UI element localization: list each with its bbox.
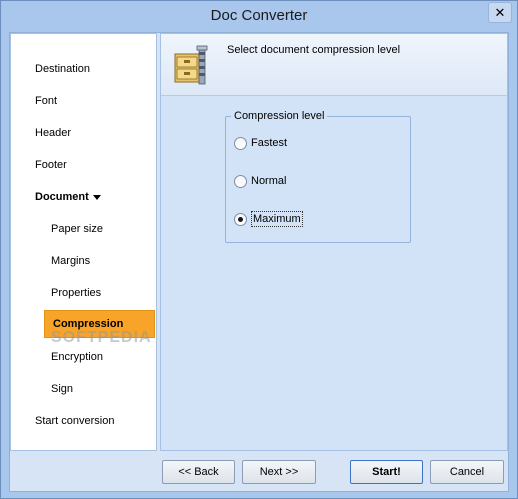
nav-item-destination[interactable]: Destination — [35, 61, 90, 77]
cancel-button[interactable]: Cancel — [430, 460, 504, 484]
watermark: SOFTPEDIA — [51, 329, 152, 346]
app-window: Doc Converter ✕ Destination Font Header … — [0, 0, 518, 499]
nav-item-paper-size[interactable]: Paper size — [51, 221, 103, 237]
radio-maximum[interactable]: Maximum — [234, 211, 303, 227]
radio-circle[interactable] — [234, 136, 247, 150]
client-area: Destination Font Header Footer Document … — [9, 32, 509, 492]
compressed-archive-icon — [174, 45, 208, 85]
main-panel: Select document compression level Compre… — [160, 33, 508, 451]
radio-label: Fastest — [251, 137, 288, 149]
nav-item-font[interactable]: Font — [35, 93, 57, 109]
page-header: Select document compression level — [161, 34, 507, 96]
group-title: Compression level — [231, 110, 328, 122]
wizard-nav: Destination Font Header Footer Document … — [10, 33, 157, 451]
nav-item-document[interactable]: Document — [35, 189, 101, 205]
radio-circle-checked[interactable] — [234, 212, 247, 226]
nav-item-start-conversion[interactable]: Start conversion — [35, 413, 114, 429]
close-button[interactable]: ✕ — [488, 2, 512, 23]
radio-label: Maximum — [251, 211, 303, 227]
page-header-text: Select document compression level — [227, 44, 401, 56]
radio-circle[interactable] — [234, 174, 247, 188]
title-bar[interactable]: Doc Converter ✕ — [1, 1, 517, 32]
nav-item-document-label: Document — [35, 191, 89, 203]
next-button[interactable]: Next >> — [242, 460, 316, 484]
radio-label: Normal — [251, 175, 287, 187]
nav-item-footer[interactable]: Footer — [35, 157, 67, 173]
wizard-footer: << Back Next >> Start! Cancel — [10, 453, 508, 491]
radio-fastest[interactable]: Fastest — [234, 135, 287, 151]
nav-item-header[interactable]: Header — [35, 125, 71, 141]
window-title: Doc Converter — [210, 7, 308, 24]
nav-item-sign[interactable]: Sign — [51, 381, 73, 397]
back-button[interactable]: << Back — [162, 460, 235, 484]
radio-normal[interactable]: Normal — [234, 173, 286, 189]
nav-item-margins[interactable]: Margins — [51, 253, 90, 269]
chevron-down-icon — [92, 194, 101, 200]
start-button[interactable]: Start! — [350, 460, 423, 484]
compression-level-group: Compression level Fastest Normal Maximum — [225, 110, 411, 243]
nav-item-properties[interactable]: Properties — [51, 285, 101, 301]
nav-item-encryption[interactable]: Encryption — [51, 349, 103, 365]
